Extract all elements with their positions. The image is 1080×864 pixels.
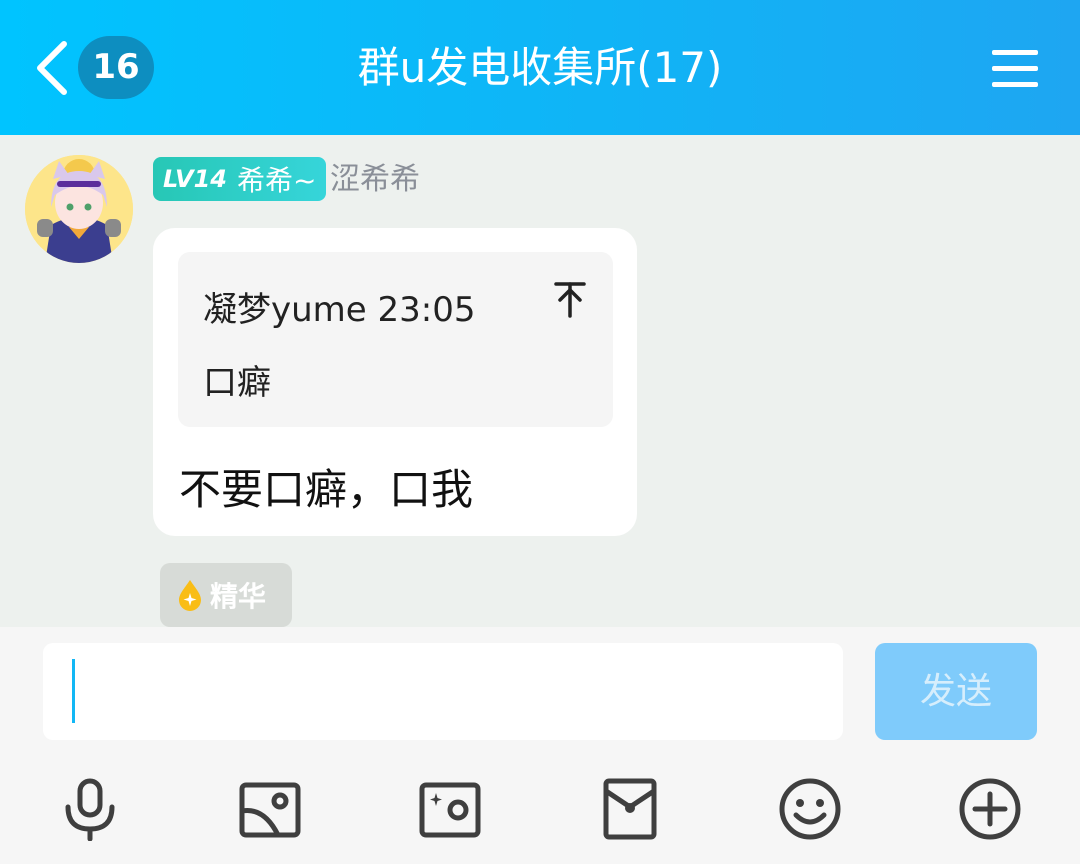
message-text: 不要口癖，口我 [179,465,474,514]
essence-drop-icon [179,580,201,611]
message-bubble[interactable]: 凝梦yume 23:05 口癖 不要口癖，口我 [153,228,637,536]
level-label: LV14 [163,165,227,193]
emoji-icon[interactable] [778,777,842,841]
chat-header: 16 群u发电收集所(17) [0,0,1080,135]
quote-text: 口癖 [203,363,271,403]
menu-icon[interactable] [990,48,1040,90]
microphone-icon[interactable] [58,777,122,841]
quote-author-time: 凝梦yume 23:05 [203,290,476,330]
essence-tag[interactable]: 精华 [160,563,292,627]
picture-icon[interactable] [238,777,302,841]
title-badge-name: 希希~ [236,164,317,197]
camera-icon[interactable] [418,777,482,841]
back-arrow-icon[interactable] [34,40,74,96]
avatar-image [25,155,133,263]
sender-nickname[interactable]: 涩希希 [330,158,420,202]
message-input[interactable] [43,643,843,740]
input-area: 发送 [0,627,1080,864]
level-badge: LV14 希希~ [153,157,327,201]
plus-icon[interactable] [958,777,1022,841]
jump-to-original-icon[interactable] [552,280,588,320]
quoted-message[interactable]: 凝梦yume 23:05 口癖 [178,252,613,427]
text-caret [72,659,75,723]
sender-avatar[interactable] [25,155,133,263]
red-envelope-icon[interactable] [598,777,662,841]
chat-title: 群u发电收集所(17) [357,43,723,92]
unread-count-badge[interactable]: 16 [78,36,154,99]
send-button[interactable]: 发送 [875,643,1037,740]
essence-label: 精华 [210,580,267,613]
